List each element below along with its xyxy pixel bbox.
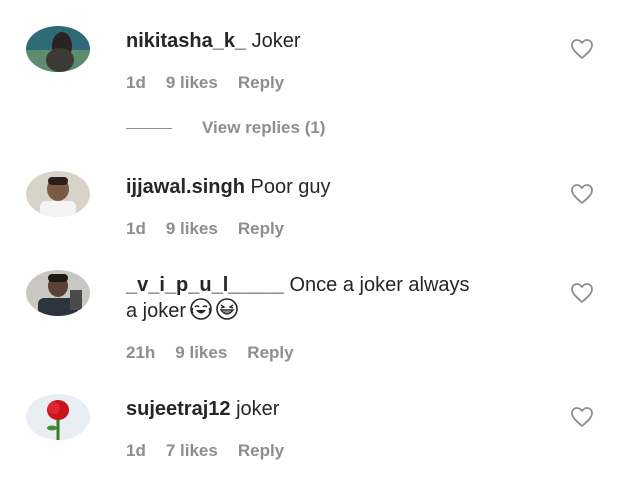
avatar[interactable] (26, 394, 90, 440)
comment-username[interactable]: nikitasha_k_ (126, 30, 246, 52)
comment-likes[interactable]: 9 likes (175, 343, 227, 363)
avatar[interactable] (26, 26, 90, 72)
avatar[interactable] (26, 270, 90, 316)
avatar-photo (26, 26, 90, 72)
grinning-squinting-face-icon (216, 298, 238, 320)
comment-body: Poor guy (244, 176, 331, 198)
comment-time[interactable]: 1d (126, 73, 146, 93)
reply-button[interactable]: Reply (238, 73, 284, 93)
comment-username[interactable]: ijjawal.singh (126, 176, 245, 198)
comment-username[interactable]: _v_i_p_u_l_____ (126, 274, 284, 296)
like-heart-icon[interactable] (570, 282, 594, 304)
avatar-photo (26, 171, 90, 217)
comment-time[interactable]: 1d (126, 219, 146, 239)
comment-text: sujeetraj12 joker (126, 396, 526, 422)
comment-username[interactable]: sujeetraj12 (126, 398, 231, 420)
comment-time[interactable]: 1d (126, 441, 146, 461)
comment-likes[interactable]: 7 likes (166, 441, 218, 461)
avatar-photo (26, 270, 90, 316)
comment-text: ijjawal.singh Poor guy (126, 174, 526, 200)
like-heart-icon[interactable] (570, 183, 594, 205)
view-replies-divider (126, 127, 172, 129)
avatar[interactable] (26, 171, 90, 217)
comment-time[interactable]: 21h (126, 343, 155, 363)
face-with-tears-of-joy-icon (190, 298, 212, 320)
comment-meta: 1d 7 likes Reply (126, 441, 284, 461)
comment-likes[interactable]: 9 likes (166, 73, 218, 93)
avatar-photo (26, 394, 90, 440)
comment-text: nikitasha_k_ Joker (126, 28, 526, 54)
comment-body: Joker (246, 30, 301, 52)
comment-text: _v_i_p_u_l_____ Once a joker always a jo… (126, 272, 486, 324)
reply-button[interactable]: Reply (238, 441, 284, 461)
view-replies-button[interactable]: View replies (1) (126, 118, 325, 138)
like-heart-icon[interactable] (570, 406, 594, 428)
comment-meta: 1d 9 likes Reply (126, 219, 284, 239)
comment-meta: 1d 9 likes Reply (126, 73, 284, 93)
comment-meta: 21h 9 likes Reply (126, 343, 294, 363)
comment-likes[interactable]: 9 likes (166, 219, 218, 239)
like-heart-icon[interactable] (570, 38, 594, 60)
reply-button[interactable]: Reply (247, 343, 293, 363)
comment-body: joker (230, 398, 280, 420)
view-replies-label: View replies (1) (202, 118, 326, 137)
reply-button[interactable]: Reply (238, 219, 284, 239)
